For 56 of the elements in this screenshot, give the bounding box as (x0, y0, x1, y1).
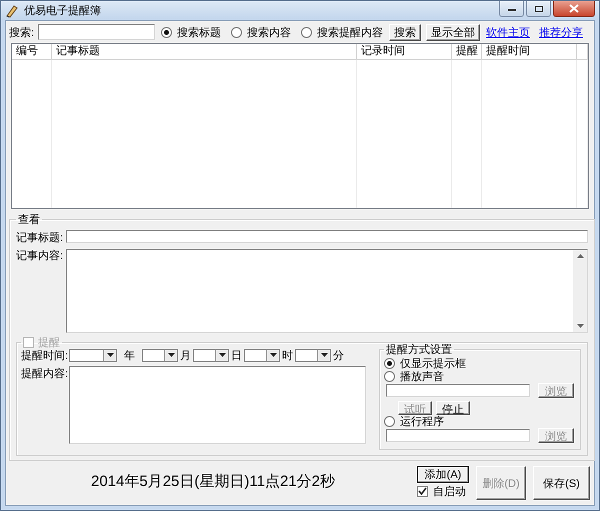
clock-text: 2014年5月25日(星期日)11点21分2秒 (91, 472, 336, 491)
button[interactable]: 保存(S) (533, 466, 590, 500)
path-field[interactable] (386, 384, 530, 397)
unit-label: 分 (333, 348, 344, 362)
maximize-button[interactable] (526, 1, 551, 17)
dropdown-arrow-icon (218, 353, 226, 357)
link[interactable]: 软件主页 (486, 24, 530, 40)
search-button[interactable]: 显示全部 (426, 24, 480, 40)
checkmark-icon (418, 487, 427, 496)
column-header[interactable]: 提醒时间 (482, 44, 577, 59)
dropdown[interactable] (295, 348, 331, 362)
column-header[interactable]: 编号 (12, 44, 52, 59)
group-title: 提醒 (38, 336, 60, 350)
field-label: 提醒内容: (21, 366, 69, 382)
button[interactable]: 添加(A) (417, 466, 469, 483)
group-title: 查看 (17, 213, 41, 227)
column-header[interactable]: 记事标题 (52, 44, 357, 59)
unit-label: 日 (231, 348, 242, 362)
app-icon (5, 4, 19, 18)
scroll-up-icon[interactable] (576, 254, 584, 258)
field-label: 记事标题: (16, 231, 60, 245)
search-label: 搜索: (9, 26, 34, 40)
checkbox[interactable]: 自启动 (417, 484, 469, 499)
close-button[interactable] (553, 1, 595, 17)
title-field[interactable] (66, 230, 588, 243)
minimize-button[interactable] (499, 1, 524, 17)
dropdown[interactable] (69, 348, 117, 362)
reminder-content-field[interactable] (69, 366, 366, 444)
field-label: 记事内容: (16, 248, 60, 264)
search-button[interactable]: 搜索 (389, 24, 421, 40)
unit-label: 时 (282, 348, 293, 362)
radio-button[interactable]: 搜索内容 (231, 24, 291, 40)
search-field[interactable] (38, 24, 155, 40)
radio-button[interactable]: 搜索提醒内容 (301, 24, 383, 40)
dropdown-arrow-icon (106, 353, 114, 357)
path-field[interactable] (386, 429, 530, 442)
scroll-down-icon[interactable] (576, 324, 584, 328)
column-header[interactable]: 记录时间 (357, 44, 452, 59)
dropdown-arrow-icon (270, 353, 276, 357)
unit-label: 年 (124, 348, 135, 362)
window-title: 优易电子提醒簿 (24, 4, 102, 18)
dropdown-arrow-icon (320, 353, 328, 357)
dropdown[interactable] (244, 348, 280, 362)
scrollbar[interactable] (573, 250, 587, 332)
field-label: 提醒时间: (21, 348, 69, 362)
unit-label: 月 (180, 348, 191, 362)
maximize-icon (534, 4, 544, 12)
group-title: 提醒方式设置 (385, 342, 453, 357)
radio-button[interactable]: 搜索标题 (161, 24, 221, 40)
column-header[interactable]: 提醒 (452, 44, 482, 59)
dropdown[interactable] (142, 348, 178, 362)
content-field[interactable] (66, 249, 588, 333)
dropdown-arrow-icon (168, 353, 174, 357)
link[interactable]: 推荐分享 (539, 24, 583, 40)
dropdown[interactable] (193, 348, 229, 362)
close-icon (569, 4, 579, 13)
